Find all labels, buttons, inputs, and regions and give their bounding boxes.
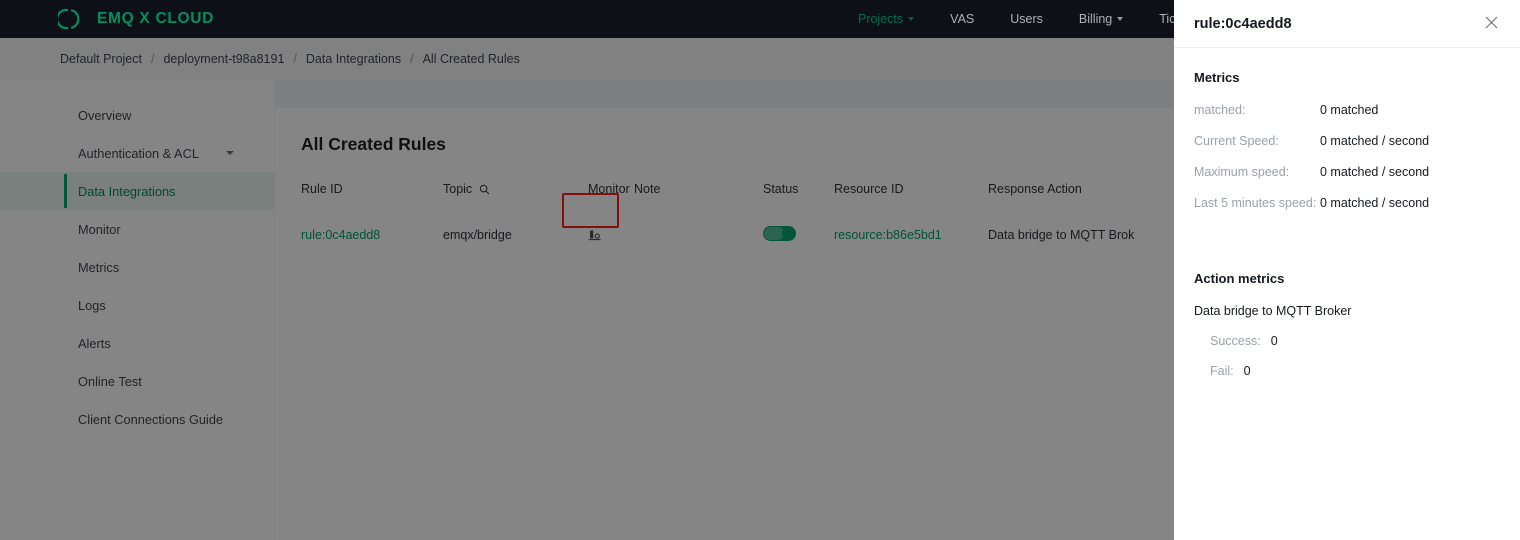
metric-value: 0 matched / second [1320,134,1430,148]
metric-row-maximum-speed: Maximum speed: 0 matched / second [1194,165,1500,179]
drawer-header: rule:0c4aedd8 [1174,0,1520,48]
action-metrics-section-title: Action metrics [1194,271,1285,286]
drawer-title: rule:0c4aedd8 [1194,15,1292,32]
metric-label: Maximum speed: [1194,165,1290,179]
metric-value: 0 matched / second [1320,165,1430,179]
action-metric-row-fail: Fail: 0 [1194,364,1500,378]
app-root: EMQ X CLOUD Projects VAS Users Billing T… [0,0,1520,540]
metric-row-current-speed: Current Speed: 0 matched / second [1194,134,1500,148]
metric-row-matched: matched: 0 matched [1194,103,1500,117]
action-metric-row-success: Success: 0 [1194,334,1500,348]
metric-label: Current Speed: [1194,134,1279,148]
action-metric-value: 0 [1243,364,1251,378]
action-metric-label: Success: [1210,334,1261,348]
action-metric-value: 0 [1270,334,1278,348]
metric-label: matched: [1194,103,1246,117]
action-name: Data bridge to MQTT Broker [1194,304,1352,318]
metrics-section-title: Metrics [1194,70,1240,85]
action-metric-label: Fail: [1210,364,1234,378]
modal-scrim-top[interactable] [0,0,1174,38]
metric-row-last-5-minutes-speed: Last 5 minutes speed: 0 matched / second [1194,196,1500,210]
drawer-body: Metrics matched: 0 matched Current Speed… [1174,48,1520,378]
rule-metrics-drawer: rule:0c4aedd8 Metrics matched: 0 matched… [1174,0,1520,540]
metric-value: 0 matched / second [1320,196,1430,210]
close-icon[interactable] [1485,16,1498,29]
metric-label: Last 5 minutes speed: [1194,196,1317,210]
metric-value: 0 matched [1320,103,1379,117]
modal-scrim[interactable] [0,38,1174,540]
